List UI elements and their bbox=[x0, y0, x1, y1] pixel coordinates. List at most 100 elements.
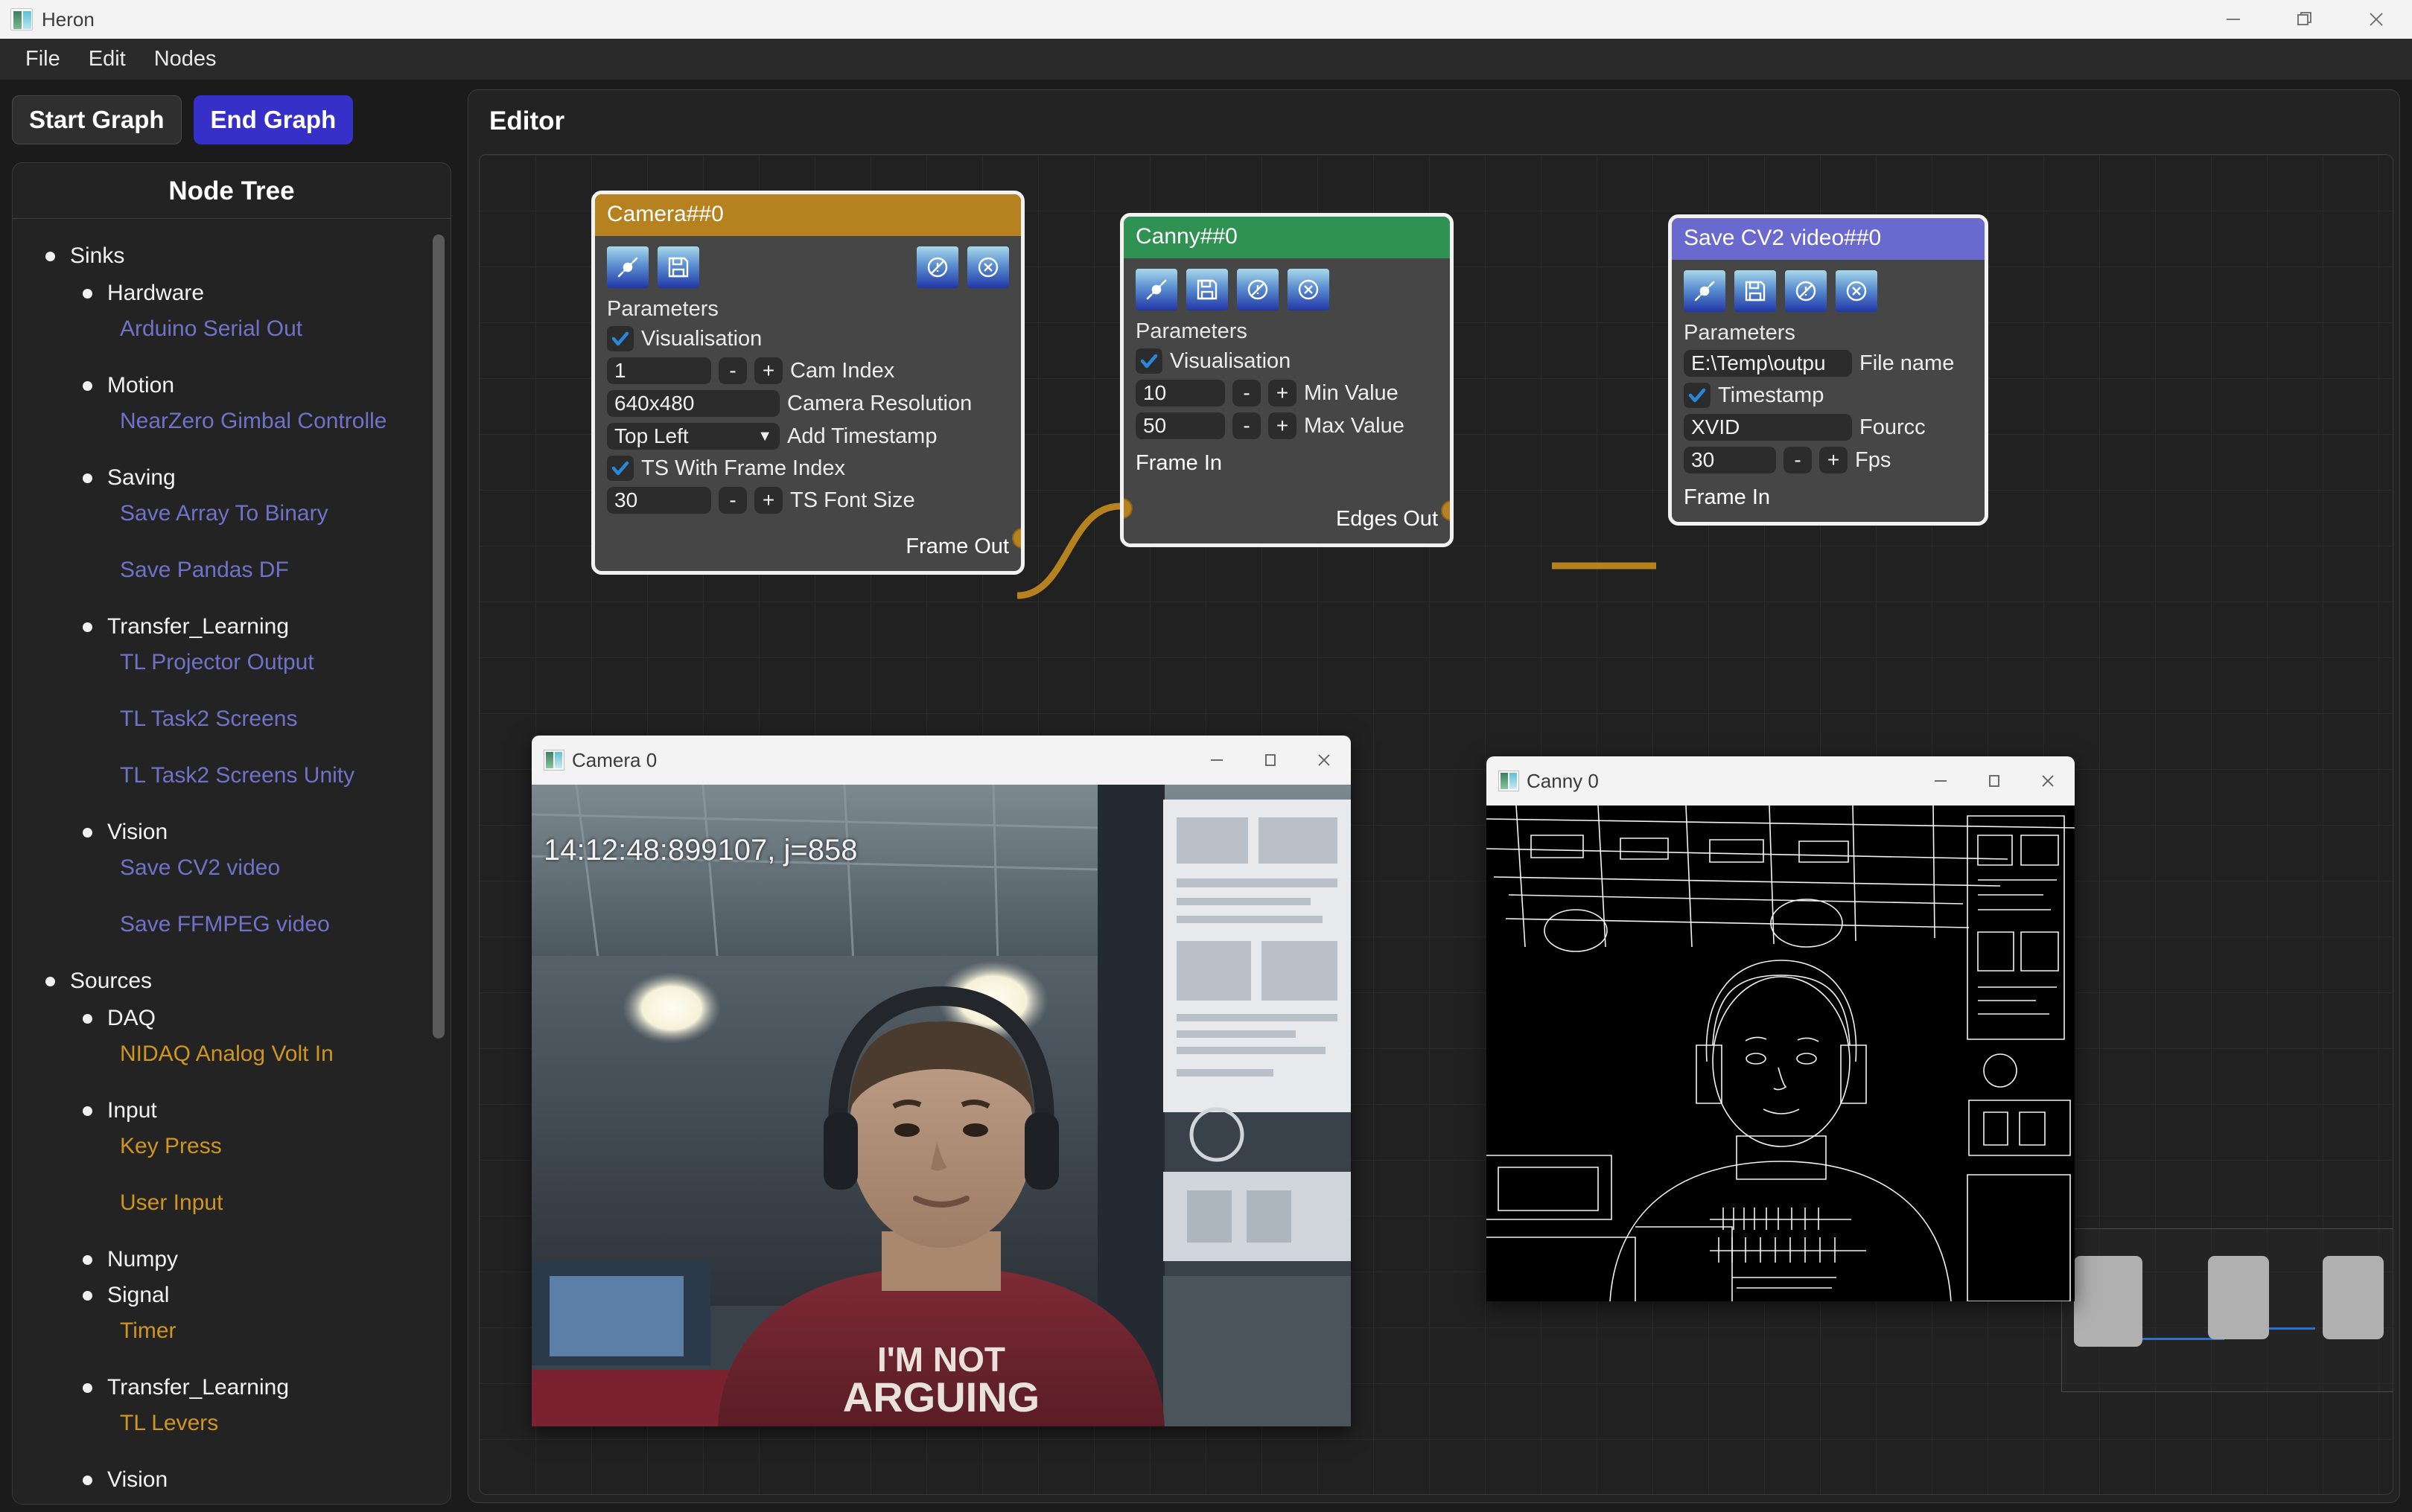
param-cam-index[interactable]: 1 - + Cam Index bbox=[607, 357, 1009, 384]
node-camera[interactable]: Camera##0 Parameters Visualisation 1 - +… bbox=[591, 191, 1025, 575]
fps-minus-button[interactable]: - bbox=[1783, 447, 1812, 473]
max-value-plus-button[interactable]: + bbox=[1268, 412, 1296, 439]
param-ts-font-size[interactable]: 30 - + TS Font Size bbox=[607, 487, 1009, 514]
checkbox-ts-with-frame-index[interactable] bbox=[607, 456, 634, 481]
link-icon[interactable] bbox=[1684, 270, 1725, 312]
end-graph-button[interactable]: End Graph bbox=[193, 95, 354, 144]
tree-category-vision[interactable]: Vision bbox=[13, 1466, 451, 1494]
checkbox-canny-visualisation[interactable] bbox=[1136, 348, 1162, 374]
param-visualisation[interactable]: Visualisation bbox=[607, 326, 1009, 351]
dropdown-add-timestamp[interactable]: Top Left ▼ bbox=[607, 423, 780, 450]
tree-category-vision[interactable]: Vision bbox=[13, 818, 451, 846]
maximize-icon[interactable] bbox=[1244, 736, 1297, 785]
tree-category-transfer_learning[interactable]: Transfer_Learning bbox=[13, 1374, 451, 1402]
node-save-cv2-video[interactable]: Save CV2 video##0 Parameters E:\Temp\out… bbox=[1668, 214, 1988, 526]
node-canny[interactable]: Canny##0 Parameters Visualisation 10 - +… bbox=[1120, 213, 1454, 547]
node-tree-scrollbar[interactable] bbox=[433, 235, 445, 1495]
canny-0-titlebar[interactable]: Canny 0 bbox=[1486, 756, 2075, 806]
tree-leaf-item[interactable]: Save Pandas DF bbox=[13, 556, 451, 584]
menu-item-file[interactable]: File bbox=[13, 41, 72, 77]
minimize-icon[interactable] bbox=[1914, 756, 1967, 806]
param-add-timestamp[interactable]: Top Left ▼ Add Timestamp bbox=[607, 423, 1009, 450]
tree-category-saving[interactable]: Saving bbox=[13, 464, 451, 492]
node-graph-canvas[interactable]: Camera##0 Parameters Visualisation 1 - +… bbox=[479, 154, 2393, 1495]
min-value-plus-button[interactable]: + bbox=[1268, 380, 1296, 406]
tree-category-numpy[interactable]: Numpy bbox=[13, 1245, 451, 1274]
close-icon[interactable] bbox=[1297, 736, 1351, 785]
cam-index-plus-button[interactable]: + bbox=[754, 357, 783, 384]
minimap-node[interactable] bbox=[2074, 1256, 2142, 1347]
minimap[interactable] bbox=[2061, 1228, 2393, 1392]
start-graph-button[interactable]: Start Graph bbox=[12, 95, 182, 144]
param-min-value[interactable]: 10 - + Min Value bbox=[1136, 380, 1438, 406]
tree-leaf-item[interactable]: User Input bbox=[13, 1189, 451, 1217]
camera-0-window[interactable]: Camera 0 I'M NOT ARGUING 14:12:48:899107… bbox=[532, 736, 1351, 1426]
param-max-value[interactable]: 50 - + Max Value bbox=[1136, 412, 1438, 439]
tree-category-input[interactable]: Input bbox=[13, 1097, 451, 1125]
close-circle-icon[interactable] bbox=[967, 246, 1009, 288]
checkbox-visualisation[interactable] bbox=[607, 326, 634, 351]
restore-icon[interactable] bbox=[2269, 0, 2341, 39]
tree-leaf-item[interactable]: NIDAQ Analog Volt In bbox=[13, 1040, 451, 1068]
input-fourcc[interactable]: XVID bbox=[1684, 414, 1852, 441]
tree-leaf-item[interactable]: Save FFMPEG video bbox=[13, 910, 451, 939]
tree-leaf-item[interactable]: TL Task2 Screens Unity bbox=[13, 762, 451, 790]
tree-leaf-item[interactable]: TL Projector Output bbox=[13, 648, 451, 677]
param-fourcc[interactable]: XVID Fourcc bbox=[1684, 414, 1973, 441]
tree-group-sinks[interactable]: Sinks bbox=[13, 242, 451, 270]
cam-index-minus-button[interactable]: - bbox=[719, 357, 747, 384]
tree-leaf-item[interactable]: Timer bbox=[13, 1317, 451, 1345]
minimize-icon[interactable] bbox=[1190, 736, 1244, 785]
input-fps[interactable]: 30 bbox=[1684, 447, 1776, 473]
tree-leaf-item[interactable]: Key Press bbox=[13, 1132, 451, 1161]
param-timestamp[interactable]: Timestamp bbox=[1684, 383, 1973, 408]
max-value-minus-button[interactable]: - bbox=[1232, 412, 1261, 439]
maximize-icon[interactable] bbox=[1967, 756, 2021, 806]
menu-item-edit[interactable]: Edit bbox=[77, 41, 138, 77]
ts-font-size-minus-button[interactable]: - bbox=[719, 487, 747, 514]
tree-category-signal[interactable]: Signal bbox=[13, 1281, 451, 1310]
param-fps[interactable]: 30 - + Fps bbox=[1684, 447, 1973, 473]
tree-leaf-item[interactable]: NearZero Gimbal Controlle bbox=[13, 407, 451, 436]
close-circle-icon[interactable] bbox=[1288, 269, 1329, 310]
param-canny-visualisation[interactable]: Visualisation bbox=[1136, 348, 1438, 374]
tree-leaf-item[interactable]: TL Task2 Screens bbox=[13, 705, 451, 733]
fps-plus-button[interactable]: + bbox=[1819, 447, 1848, 473]
canny-0-window[interactable]: Canny 0 bbox=[1486, 756, 2075, 1301]
tree-category-daq[interactable]: DAQ bbox=[13, 1004, 451, 1033]
no-entry-icon[interactable] bbox=[1785, 270, 1827, 312]
input-min-value[interactable]: 10 bbox=[1136, 380, 1225, 406]
node-canny-header[interactable]: Canny##0 bbox=[1124, 217, 1450, 258]
save-icon[interactable] bbox=[1186, 269, 1228, 310]
close-circle-icon[interactable] bbox=[1836, 270, 1877, 312]
no-entry-icon[interactable] bbox=[917, 246, 958, 288]
input-file-name[interactable]: E:\Temp\outpu bbox=[1684, 350, 1852, 377]
input-ts-font-size[interactable]: 30 bbox=[607, 487, 711, 514]
input-camera-resolution[interactable]: 640x480 bbox=[607, 390, 780, 417]
save-icon[interactable] bbox=[1734, 270, 1776, 312]
param-ts-with-frame-index[interactable]: TS With Frame Index bbox=[607, 456, 1009, 481]
min-value-minus-button[interactable]: - bbox=[1232, 380, 1261, 406]
scrollbar-thumb[interactable] bbox=[433, 235, 445, 1039]
tree-leaf-item[interactable]: Save CV2 video bbox=[13, 854, 451, 882]
minimize-icon[interactable] bbox=[2198, 0, 2269, 39]
tree-group-sources[interactable]: Sources bbox=[13, 967, 451, 995]
node-camera-header[interactable]: Camera##0 bbox=[595, 194, 1021, 236]
input-cam-index[interactable]: 1 bbox=[607, 357, 711, 384]
close-icon[interactable] bbox=[2021, 756, 2075, 806]
ts-font-size-plus-button[interactable]: + bbox=[754, 487, 783, 514]
tree-category-transfer_learning[interactable]: Transfer_Learning bbox=[13, 613, 451, 641]
checkbox-timestamp[interactable] bbox=[1684, 383, 1711, 408]
input-max-value[interactable]: 50 bbox=[1136, 412, 1225, 439]
camera-0-titlebar[interactable]: Camera 0 bbox=[532, 736, 1351, 785]
tree-category-hardware[interactable]: Hardware bbox=[13, 279, 451, 307]
param-camera-resolution[interactable]: 640x480 Camera Resolution bbox=[607, 390, 1009, 417]
tree-category-motion[interactable]: Motion bbox=[13, 371, 451, 400]
param-file-name[interactable]: E:\Temp\outpu File name bbox=[1684, 350, 1973, 377]
node-save-cv2-header[interactable]: Save CV2 video##0 bbox=[1672, 218, 1985, 260]
link-icon[interactable] bbox=[1136, 269, 1177, 310]
tree-leaf-item[interactable]: Save Array To Binary bbox=[13, 500, 451, 528]
link-icon[interactable] bbox=[607, 246, 649, 288]
minimap-node[interactable] bbox=[2208, 1256, 2269, 1339]
minimap-node[interactable] bbox=[2323, 1256, 2384, 1339]
